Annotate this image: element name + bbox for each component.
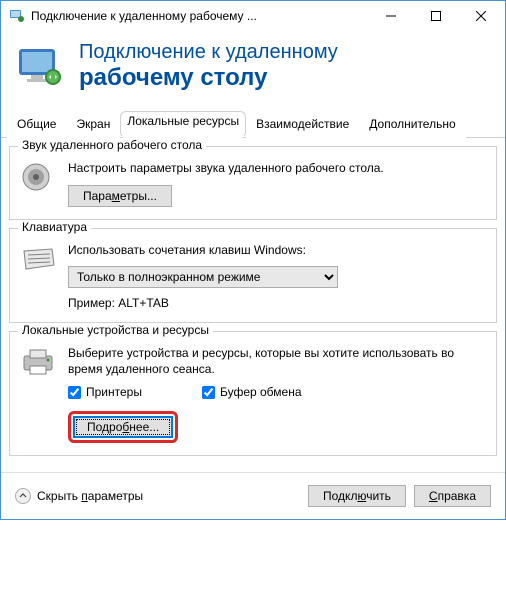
- minimize-button[interactable]: [368, 2, 413, 30]
- tab-experience[interactable]: Взаимодействие: [246, 111, 359, 138]
- tab-advanced[interactable]: Дополнительно: [359, 111, 465, 138]
- header-line1: Подключение к удаленному: [79, 41, 338, 64]
- titlebar-buttons: [368, 2, 503, 30]
- titlebar: Подключение к удаленному рабочему ...: [1, 1, 505, 31]
- app-icon: [9, 8, 25, 24]
- group-devices-title: Локальные устройства и ресурсы: [18, 323, 213, 337]
- clipboard-check-input[interactable]: [202, 386, 215, 399]
- clipboard-label: Буфер обмена: [220, 385, 302, 399]
- printer-icon: [20, 346, 60, 443]
- connect-button[interactable]: Подключить: [308, 485, 406, 507]
- printers-label: Принтеры: [86, 385, 142, 399]
- group-audio-title: Звук удаленного рабочего стола: [18, 138, 206, 152]
- header-line2: рабочему столу: [79, 64, 338, 92]
- maximize-button[interactable]: [413, 2, 458, 30]
- header: Подключение к удаленному рабочему столу: [1, 31, 505, 106]
- hide-options-toggle[interactable]: Скрыть параметры: [15, 488, 300, 504]
- keyboard-desc: Использовать сочетания клавиш Windows:: [68, 243, 486, 259]
- group-audio: Звук удаленного рабочего стола Настроить…: [9, 146, 497, 220]
- tab-local-resources[interactable]: Локальные ресурсы: [120, 111, 246, 138]
- more-button[interactable]: Подробнее...: [74, 417, 172, 437]
- audio-settings-button[interactable]: Параметры...: [68, 185, 172, 207]
- close-button[interactable]: [458, 2, 503, 30]
- group-keyboard: Клавиатура Использовать сочетания клавиш…: [9, 228, 497, 324]
- clipboard-checkbox[interactable]: Буфер обмена: [202, 385, 302, 399]
- tab-content: Звук удаленного рабочего стола Настроить…: [1, 138, 505, 472]
- tab-display[interactable]: Экран: [66, 111, 120, 138]
- group-devices: Локальные устройства и ресурсы Выберите …: [9, 331, 497, 456]
- printers-check-input[interactable]: [68, 386, 81, 399]
- audio-desc: Настроить параметры звука удаленного раб…: [68, 161, 486, 177]
- devices-desc: Выберите устройства и ресурсы, которые в…: [68, 346, 486, 377]
- titlebar-text: Подключение к удаленному рабочему ...: [31, 9, 368, 23]
- tab-general[interactable]: Общие: [7, 111, 66, 138]
- speaker-icon: [20, 161, 60, 207]
- more-button-highlight: Подробнее...: [68, 411, 178, 443]
- help-button[interactable]: Справка: [414, 485, 491, 507]
- header-text: Подключение к удаленному рабочему столу: [79, 41, 338, 92]
- tab-bar: Общие Экран Локальные ресурсы Взаимодейс…: [1, 110, 505, 138]
- chevron-up-icon: [15, 488, 31, 504]
- printers-checkbox[interactable]: Принтеры: [68, 385, 142, 399]
- footer: Скрыть параметры Подключить Справка: [1, 472, 505, 519]
- group-keyboard-title: Клавиатура: [18, 220, 91, 234]
- rdp-dialog: Подключение к удаленному рабочему ... По…: [0, 0, 506, 520]
- rdp-icon: [17, 47, 65, 87]
- keyboard-icon: [20, 243, 60, 311]
- keyboard-example: Пример: ALT+TAB: [68, 296, 486, 310]
- keyboard-combo[interactable]: Только в полноэкранном режиме: [68, 266, 338, 288]
